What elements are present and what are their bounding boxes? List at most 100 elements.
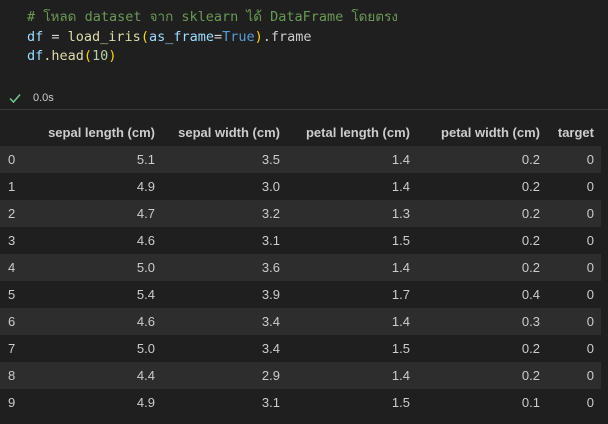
sepal-width-cell: 3.5 (261, 152, 280, 167)
sepal-length-cell: 5.0 (136, 341, 155, 356)
target-cell: 0 (586, 179, 594, 194)
table-header-row: sepal length (cm) sepal width (cm) petal l… (0, 119, 601, 146)
petal-width-cell: 0.1 (521, 395, 540, 410)
row-index: 2 (8, 206, 16, 221)
row-index: 3 (8, 233, 16, 248)
code-attribute: .frame (262, 29, 312, 45)
table-row: 8 4.4 2.9 1.4 0.2 0 (0, 362, 601, 389)
code-paren-open: ( (83, 48, 93, 64)
petal-width-cell: 0.4 (521, 287, 540, 302)
petal-width-cell: 0.2 (521, 368, 540, 383)
sepal-width-cell: 3.1 (261, 233, 280, 248)
sepal-length-cell: 5.0 (136, 260, 155, 275)
target-cell: 0 (586, 287, 594, 302)
sepal-width-cell: 3.0 (261, 179, 280, 194)
petal-width-cell: 0.3 (521, 314, 540, 329)
notebook-page: # โหลด dataset จาก sklearn ได้ DataFrame… (0, 0, 608, 424)
index-header (0, 119, 24, 146)
petal-length-cell: 1.5 (391, 395, 410, 410)
petal-length-cell: 1.4 (391, 314, 410, 329)
petal-width-cell: 0.2 (521, 206, 540, 221)
table-row: 0 5.1 3.5 1.4 0.2 0 (0, 146, 601, 173)
code-cell[interactable]: # โหลด dataset จาก sklearn ได้ DataFrame… (0, 0, 608, 86)
code-number: 10 (92, 48, 109, 64)
code-equals: = (213, 29, 223, 45)
petal-width-cell: 0.2 (521, 233, 540, 248)
row-index: 1 (8, 179, 16, 194)
row-index: 9 (8, 395, 16, 410)
code-variable: df (27, 29, 44, 45)
sepal-length-cell: 4.9 (136, 395, 155, 410)
cell-output: sepal length (cm) sepal width (cm) petal l… (0, 119, 608, 416)
check-icon (9, 94, 21, 104)
sepal-length-cell: 4.6 (136, 314, 155, 329)
target-cell: 0 (586, 260, 594, 275)
code-paren-close: ) (108, 48, 117, 64)
petal-length-cell: 1.4 (391, 260, 410, 275)
sepal-width-header: sepal width (cm) (178, 125, 280, 140)
code-variable: df (27, 48, 44, 64)
target-cell: 0 (586, 314, 594, 329)
table-row: 7 5.0 3.4 1.5 0.2 0 (0, 335, 601, 362)
code-line-3[interactable]: df.head(10) (27, 47, 116, 66)
table-body: 0 5.1 3.5 1.4 0.2 0 1 4.9 3.0 1.4 0.2 0 2 4.7 3.2 1.3 0.… (0, 146, 601, 416)
code-paren-close: ) (254, 29, 263, 45)
petal-width-cell: 0.2 (521, 260, 540, 275)
sepal-length-cell: 5.1 (136, 152, 155, 167)
sepal-length-cell: 4.4 (136, 368, 155, 383)
table-row: 2 4.7 3.2 1.3 0.2 0 (0, 200, 601, 227)
code-keyword: True (222, 29, 255, 45)
code-operator: = (43, 29, 68, 45)
sepal-width-cell: 3.9 (261, 287, 280, 302)
target-cell: 0 (586, 152, 594, 167)
petal-length-cell: 1.5 (391, 233, 410, 248)
table-row: 3 4.6 3.1 1.5 0.2 0 (0, 227, 601, 254)
sepal-length-cell: 4.9 (136, 179, 155, 194)
petal-length-cell: 1.4 (391, 368, 410, 383)
dataframe-table: sepal length (cm) sepal width (cm) petal l… (0, 119, 601, 416)
row-index: 6 (8, 314, 16, 329)
petal-width-cell: 0.2 (521, 179, 540, 194)
petal-length-cell: 1.4 (391, 179, 410, 194)
code-comment: # โหลด dataset จาก sklearn ได้ DataFrame… (27, 9, 398, 25)
petal-length-cell: 1.3 (391, 206, 410, 221)
code-paren-open: ( (140, 29, 149, 45)
sepal-width-cell: 2.9 (261, 368, 280, 383)
sepal-length-cell: 5.4 (136, 287, 155, 302)
target-cell: 0 (586, 233, 594, 248)
row-index: 7 (8, 341, 16, 356)
row-index: 8 (8, 368, 16, 383)
sepal-width-cell: 3.4 (261, 341, 280, 356)
sepal-length-header: sepal length (cm) (48, 125, 155, 140)
sepal-width-cell: 3.4 (261, 314, 280, 329)
petal-length-header: petal length (cm) (305, 125, 410, 140)
petal-width-cell: 0.2 (521, 341, 540, 356)
petal-width-header: petal width (cm) (441, 125, 540, 140)
sepal-length-cell: 4.7 (136, 206, 155, 221)
table-row: 5 5.4 3.9 1.7 0.4 0 (0, 281, 601, 308)
code-arg-name: as_frame (148, 29, 214, 45)
sepal-length-cell: 4.6 (136, 233, 155, 248)
target-cell: 0 (586, 341, 594, 356)
table-row: 6 4.6 3.4 1.4 0.3 0 (0, 308, 601, 335)
code-line-1[interactable]: # โหลด dataset จาก sklearn ได้ DataFrame… (27, 8, 398, 27)
code-line-2[interactable]: df = load_iris(as_frame=True).frame (27, 28, 312, 47)
code-function: load_iris (67, 29, 141, 45)
petal-width-cell: 0.2 (521, 152, 540, 167)
row-index: 4 (8, 260, 16, 275)
petal-length-cell: 1.4 (391, 152, 410, 167)
target-cell: 0 (586, 395, 594, 410)
row-index: 0 (8, 152, 16, 167)
sepal-width-cell: 3.2 (261, 206, 280, 221)
table-row: 1 4.9 3.0 1.4 0.2 0 (0, 173, 601, 200)
execution-time: 0.0s (33, 92, 54, 104)
target-cell: 0 (586, 206, 594, 221)
table-row: 9 4.9 3.1 1.5 0.1 0 (0, 389, 601, 416)
target-cell: 0 (586, 368, 594, 383)
target-header: target (557, 125, 594, 140)
cell-status-bar: 0.0s (0, 89, 608, 110)
table-row: 4 5.0 3.6 1.4 0.2 0 (0, 254, 601, 281)
petal-length-cell: 1.5 (391, 341, 410, 356)
row-index: 5 (8, 287, 16, 302)
sepal-width-cell: 3.1 (261, 395, 280, 410)
